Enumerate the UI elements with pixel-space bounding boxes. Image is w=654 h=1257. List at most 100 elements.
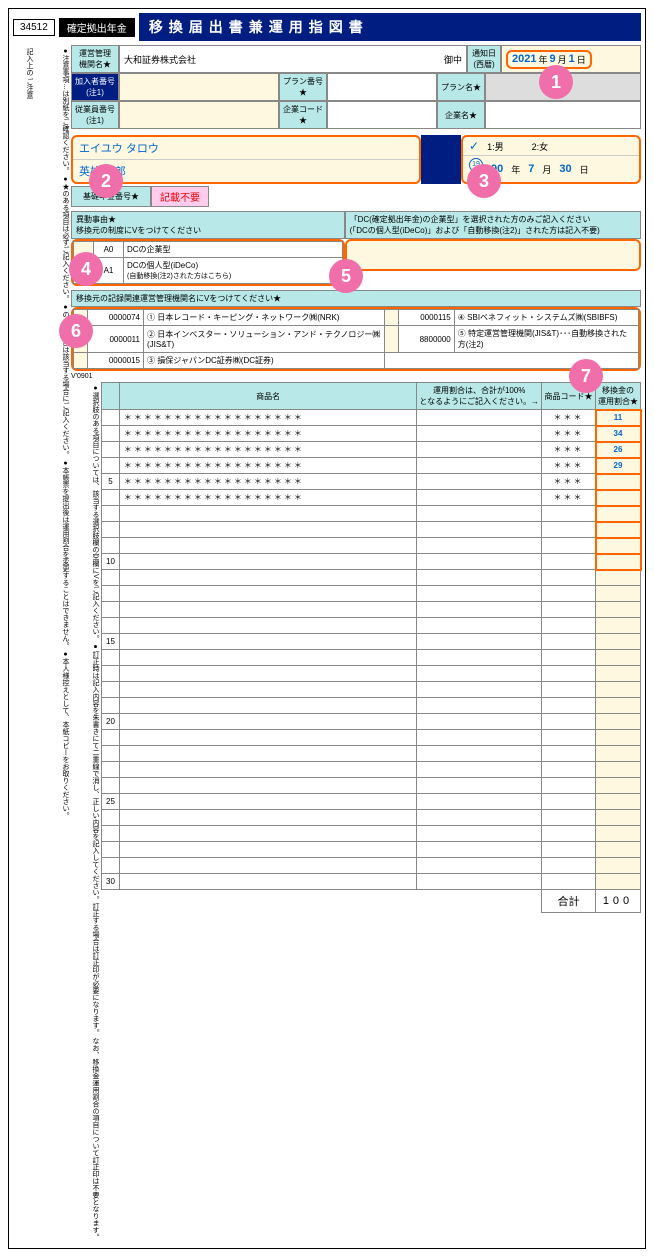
- product-ratio[interactable]: [596, 842, 641, 858]
- product-name[interactable]: [119, 522, 416, 538]
- product-name[interactable]: [119, 794, 416, 810]
- plan-no-field: [327, 73, 437, 101]
- rk-header: 移換元の記録関連運営管理機関名にVをつけてください★: [71, 290, 641, 307]
- reason-header: 異動事由★ 移換元の制度にVをつけてください: [71, 211, 345, 239]
- product-ratio[interactable]: [596, 538, 641, 554]
- employee-field[interactable]: [119, 101, 279, 129]
- product-name[interactable]: [119, 538, 416, 554]
- product-name[interactable]: [119, 874, 416, 890]
- product-ratio[interactable]: 34: [596, 426, 641, 442]
- product-ratio[interactable]: [596, 506, 641, 522]
- product-name[interactable]: [119, 586, 416, 602]
- callout-3: 3: [467, 164, 501, 198]
- product-code: ＊＊＊: [542, 474, 596, 490]
- product-name[interactable]: ＊＊＊＊＊＊＊＊＊＊＊＊＊＊＊＊＊＊: [119, 410, 416, 426]
- product-ratio[interactable]: [596, 618, 641, 634]
- product-code: [542, 634, 596, 650]
- product-ratio[interactable]: [596, 874, 641, 890]
- product-ratio[interactable]: [596, 794, 641, 810]
- product-name[interactable]: [119, 826, 416, 842]
- product-ratio[interactable]: 11: [596, 410, 641, 426]
- product-name[interactable]: [119, 714, 416, 730]
- product-code: [542, 538, 596, 554]
- date-year: 2021: [512, 53, 536, 65]
- product-code: [542, 618, 596, 634]
- date-month: 9: [550, 53, 556, 65]
- product-ratio[interactable]: [596, 826, 641, 842]
- product-code: ＊＊＊: [542, 458, 596, 474]
- product-ratio[interactable]: [596, 490, 641, 506]
- product-name[interactable]: [119, 810, 416, 826]
- product-name[interactable]: ＊＊＊＊＊＊＊＊＊＊＊＊＊＊＊＊＊＊: [119, 442, 416, 458]
- product-name[interactable]: [119, 554, 416, 570]
- product-ratio[interactable]: [596, 698, 641, 714]
- name-block[interactable]: エイユウ タロウ 英雄 太郎: [71, 135, 421, 184]
- product-ratio[interactable]: [596, 746, 641, 762]
- product-name[interactable]: [119, 682, 416, 698]
- product-code: [542, 810, 596, 826]
- dc-note-field[interactable]: [345, 239, 641, 271]
- product-name[interactable]: [119, 778, 416, 794]
- gender-male: 1:男: [487, 140, 504, 153]
- year-unit: 年: [538, 53, 547, 66]
- product-code: [542, 746, 596, 762]
- company-suffix: 御中: [444, 53, 462, 66]
- reason-options[interactable]: A0DCの企業型 A1DCの個人型(iDeCo)(自動移換(注2)された方はこち…: [71, 239, 345, 286]
- product-name[interactable]: [119, 506, 416, 522]
- rk-table[interactable]: 0000074① 日本レコード・キーピング・ネットワーク㈱(NRK) 00001…: [71, 307, 641, 371]
- total-label: 合計: [542, 890, 596, 913]
- product-ratio[interactable]: [596, 778, 641, 794]
- product-name[interactable]: ＊＊＊＊＊＊＊＊＊＊＊＊＊＊＊＊＊＊: [119, 458, 416, 474]
- product-ratio[interactable]: [596, 634, 641, 650]
- product-name[interactable]: [119, 650, 416, 666]
- product-ratio[interactable]: [596, 858, 641, 874]
- product-code: ＊＊＊: [542, 426, 596, 442]
- product-ratio[interactable]: [596, 650, 641, 666]
- bm-unit: 月: [542, 163, 551, 176]
- dc-note-header: 「DC(確定拠出年金)の企業型」を選択された方のみご記入ください (「DCの個人…: [345, 211, 641, 239]
- product-name[interactable]: [119, 762, 416, 778]
- product-ratio[interactable]: [596, 666, 641, 682]
- th-product: 商品名: [119, 383, 416, 410]
- product-name[interactable]: ＊＊＊＊＊＊＊＊＊＊＊＊＊＊＊＊＊＊: [119, 490, 416, 506]
- birth-day: 30: [559, 163, 571, 175]
- subscriber-field[interactable]: [119, 73, 279, 101]
- date-day: 1: [569, 53, 575, 65]
- product-name[interactable]: [119, 858, 416, 874]
- product-name[interactable]: ＊＊＊＊＊＊＊＊＊＊＊＊＊＊＊＊＊＊: [119, 426, 416, 442]
- product-ratio[interactable]: [596, 474, 641, 490]
- product-ratio[interactable]: [596, 554, 641, 570]
- callout-5: 5: [329, 259, 363, 293]
- callout-4: 4: [69, 252, 103, 286]
- product-ratio[interactable]: [596, 714, 641, 730]
- product-name[interactable]: ＊＊＊＊＊＊＊＊＊＊＊＊＊＊＊＊＊＊: [119, 474, 416, 490]
- corp-name-label: 企業名★: [437, 101, 485, 129]
- product-ratio[interactable]: [596, 682, 641, 698]
- product-name[interactable]: [119, 634, 416, 650]
- product-name[interactable]: [119, 602, 416, 618]
- product-ratio[interactable]: [596, 522, 641, 538]
- product-ratio[interactable]: [596, 810, 641, 826]
- product-ratio[interactable]: [596, 586, 641, 602]
- product-code: [542, 666, 596, 682]
- product-table: 商品名 運用割合は、合計が100% となるようにご記入ください。→ 商品コード★…: [101, 382, 641, 913]
- product-ratio[interactable]: [596, 730, 641, 746]
- product-ratio[interactable]: [596, 570, 641, 586]
- product-name[interactable]: [119, 570, 416, 586]
- product-name[interactable]: [119, 666, 416, 682]
- product-ratio[interactable]: [596, 602, 641, 618]
- product-name[interactable]: [119, 746, 416, 762]
- company-label: 運営管理 機関名★: [71, 45, 119, 73]
- product-name[interactable]: [119, 618, 416, 634]
- product-name[interactable]: [119, 698, 416, 714]
- product-code: [542, 602, 596, 618]
- product-name[interactable]: [119, 842, 416, 858]
- rk-txt-2: ② 日本インベスター・ソリューション・アンド・テクノロジー㈱(JIS&T): [144, 326, 385, 353]
- product-code: [542, 826, 596, 842]
- bd-unit: 日: [580, 163, 589, 176]
- product-name[interactable]: [119, 730, 416, 746]
- product-ratio[interactable]: [596, 762, 641, 778]
- product-code: [542, 730, 596, 746]
- product-ratio[interactable]: 26: [596, 442, 641, 458]
- product-ratio[interactable]: 29: [596, 458, 641, 474]
